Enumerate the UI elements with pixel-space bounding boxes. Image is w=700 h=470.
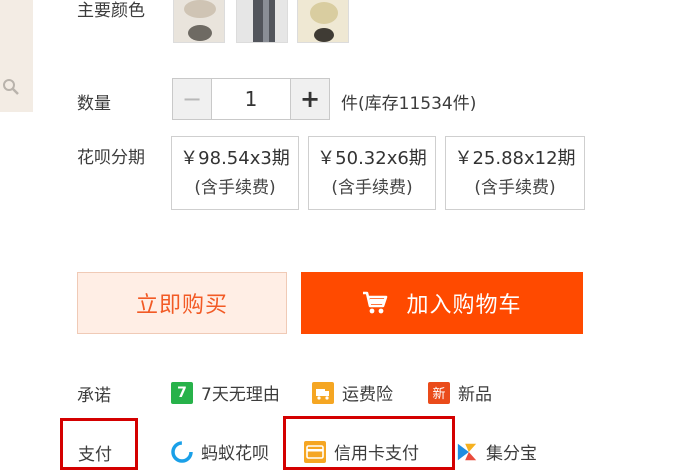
color-swatch-1[interactable] [173, 0, 225, 43]
add-to-cart-label: 加入购物车 [406, 293, 522, 318]
magnifier-icon [3, 79, 19, 95]
quantity-input[interactable]: 1 [212, 79, 290, 119]
payment-label-highlight [60, 418, 138, 470]
quantity-label: 数量 [77, 94, 111, 114]
new-product-icon: 新 [428, 381, 450, 404]
promise-item-text: 运费险 [342, 385, 393, 405]
quantity-stepper: − 1 + [172, 78, 330, 120]
decrement-button[interactable]: − [173, 79, 212, 119]
promise-item-new: 新 新品 [428, 380, 492, 405]
installment-price: ￥25.88x12期 [454, 148, 576, 169]
promise-label: 承诺 [77, 386, 111, 406]
jifenbao-icon [456, 441, 478, 463]
payment-item-text: 集分宝 [486, 444, 537, 464]
color-swatch-3[interactable] [297, 0, 349, 43]
huabei-icon [171, 440, 193, 463]
installment-fee: (含手续费) [474, 178, 556, 198]
stock-text: 件(库存11534件) [341, 94, 477, 114]
product-image-edge [0, 0, 33, 112]
installment-option-3[interactable]: ￥98.54x3期 (含手续费) [171, 136, 299, 210]
add-to-cart-button[interactable]: 加入购物车 [301, 272, 583, 334]
increment-button[interactable]: + [290, 79, 329, 119]
shipping-insurance-icon [312, 381, 334, 404]
color-swatch-2[interactable] [236, 0, 288, 43]
payment-jifenbao[interactable]: 集分宝 [456, 439, 537, 464]
promise-item-text: 7天无理由 [201, 385, 280, 405]
installment-fee: (含手续费) [331, 178, 413, 198]
credit-card-highlight [283, 416, 455, 470]
promise-item-shipping-insurance: 运费险 [312, 380, 393, 405]
installment-price: ￥98.54x3期 [180, 148, 290, 169]
installment-fee: (含手续费) [194, 178, 276, 198]
payment-item-text: 蚂蚁花呗 [201, 444, 269, 464]
main-color-label: 主要颜色 [77, 1, 145, 21]
payment-huabei[interactable]: 蚂蚁花呗 [171, 439, 269, 464]
buy-now-button[interactable]: 立即购买 [77, 272, 287, 334]
installment-option-12[interactable]: ￥25.88x12期 (含手续费) [445, 136, 585, 210]
promise-item-text: 新品 [458, 385, 492, 405]
installment-option-6[interactable]: ￥50.32x6期 (含手续费) [308, 136, 436, 210]
seven-day-return-icon: 7 [171, 381, 193, 404]
shopping-cart-icon [363, 291, 388, 314]
installment-price: ￥50.32x6期 [317, 148, 427, 169]
promise-item-7day: 7 7天无理由 [171, 380, 280, 405]
installment-label: 花呗分期 [77, 148, 145, 168]
